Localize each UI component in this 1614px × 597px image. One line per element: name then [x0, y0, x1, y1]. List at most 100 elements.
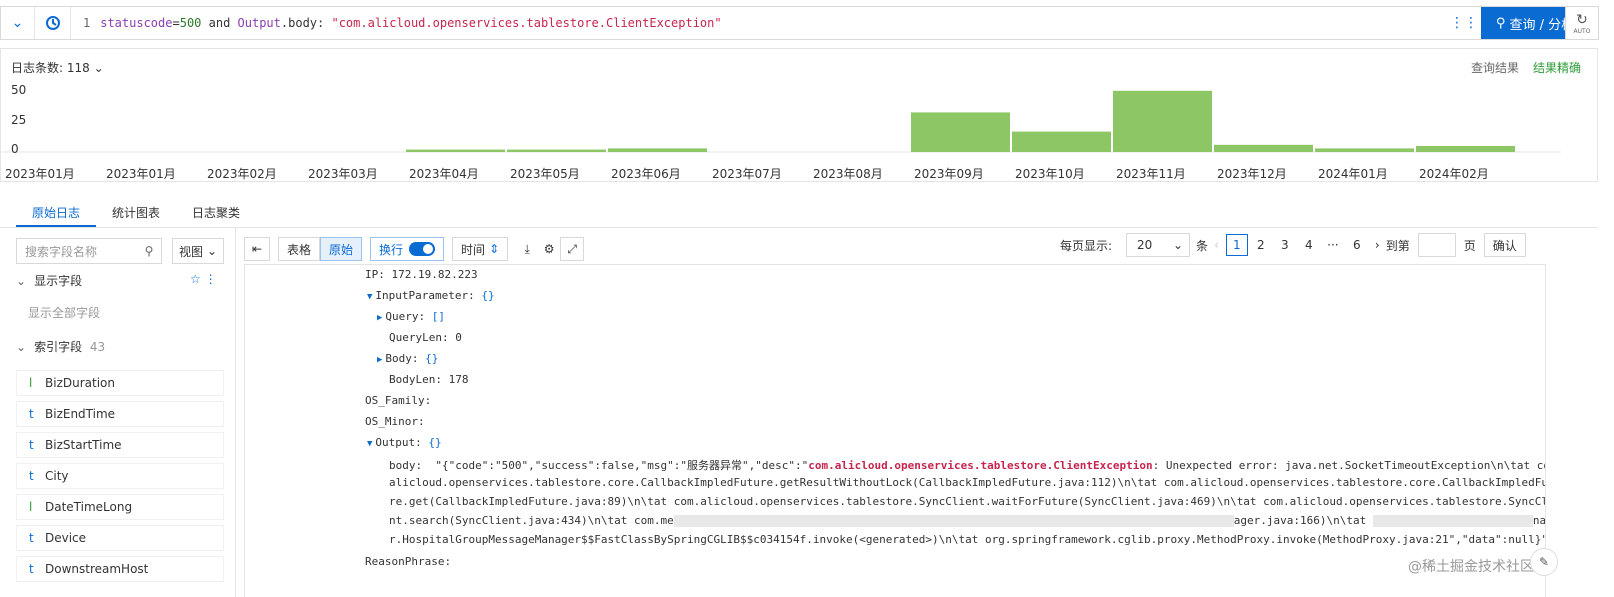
line-number: 1 [83, 16, 91, 30]
histogram-bar[interactable] [608, 148, 707, 152]
query-history-button[interactable] [35, 7, 71, 39]
index-fields-label: 索引字段 [34, 340, 83, 354]
log-line: re.get(CallbackImpledFuture.java:89)\n\t… [389, 495, 1546, 508]
field-type-icon: t [29, 562, 34, 576]
log-count[interactable]: 日志条数: 118 ⌄ [11, 59, 104, 76]
page-unit: 页 [1463, 238, 1476, 253]
page-button[interactable]: 2 [1250, 234, 1272, 256]
page-button[interactable]: 1 [1225, 234, 1248, 256]
refresh-icon: ↻ [1576, 11, 1588, 28]
index-fields-section[interactable]: ⌄ 索引字段 43 [16, 338, 105, 355]
result-precise-link[interactable]: 结果精确 [1533, 61, 1581, 75]
histogram-bar[interactable] [1012, 131, 1111, 152]
histogram-bar[interactable] [1416, 146, 1515, 152]
log-value: 172.19.82.223 [391, 268, 478, 281]
next-page-icon[interactable]: › [1375, 238, 1380, 252]
field-name: Device [45, 531, 87, 545]
wrap-toggle[interactable]: 换行 [370, 237, 445, 261]
wrap-switch[interactable] [409, 242, 436, 256]
log-key: OS_Minor: [365, 415, 425, 428]
view-select-label: 视图 [179, 244, 204, 259]
time-sort-label: 时间 [461, 242, 486, 257]
shrink-icon[interactable]: ⤢ [560, 237, 585, 261]
page-button[interactable]: 3 [1274, 234, 1296, 256]
log-line: IP: 172.19.82.223 [365, 268, 478, 281]
histogram-bar[interactable] [1113, 90, 1212, 152]
field-search-input[interactable]: 搜索字段名称 ⚲ [16, 238, 162, 264]
caret-right-icon[interactable]: ▶ [377, 355, 382, 365]
query-result-link[interactable]: 查询结果 [1471, 61, 1519, 75]
histogram-bar[interactable] [507, 149, 606, 152]
field-item[interactable]: t Device [16, 525, 224, 551]
caret-down-icon[interactable]: ▼ [367, 292, 372, 302]
log-key: Output: [375, 436, 422, 449]
field-item[interactable]: t BizStartTime [16, 432, 224, 458]
query-input[interactable]: 1 statuscode=500 and Output.body: "com.al… [71, 16, 1447, 30]
result-links: 查询结果 结果精确 [1457, 59, 1581, 76]
edit-icon[interactable]: ✎ [1530, 548, 1558, 576]
tab-log-cluster[interactable]: 日志聚类 [176, 198, 256, 227]
table-mode-button[interactable]: 表格 [278, 237, 321, 261]
page-button[interactable]: 4 [1298, 234, 1320, 256]
field-item[interactable]: l DateTimeLong [16, 494, 224, 520]
tab-raw-logs[interactable]: 原始日志 [16, 198, 97, 227]
x-tick-label: 2023年03月 [308, 167, 378, 181]
log-line[interactable]: ▶ Query: [] [377, 310, 445, 323]
field-type-icon: t [29, 469, 34, 483]
x-tick-label: 2024年02月 [1419, 167, 1489, 181]
log-line: nt.search(SyncClient.java:434)\n\tat com… [389, 514, 1545, 527]
field-item[interactable]: l BizDuration [16, 370, 224, 396]
caret-right-icon[interactable]: ▶ [377, 313, 382, 323]
confirm-button[interactable]: 确认 [1483, 233, 1526, 257]
field-item[interactable]: t DownstreamHost [16, 556, 224, 582]
goto-page-input[interactable] [1417, 233, 1456, 257]
x-tick-label: 2023年08月 [813, 167, 883, 181]
histogram-bar[interactable] [911, 112, 1010, 152]
x-tick-label: 2024年01月 [1318, 167, 1388, 181]
x-tick-label: 2023年04月 [409, 167, 479, 181]
star-settings-icon[interactable]: ☆ ⋮ [190, 272, 217, 286]
field-item[interactable]: t City [16, 463, 224, 489]
page-button[interactable]: 6 [1346, 234, 1368, 256]
collapse-sidebar-button[interactable]: ⇤ [244, 237, 270, 261]
shown-fields-section[interactable]: ⌄ 显示字段 [16, 272, 82, 289]
time-sort-button[interactable]: 时间 ⇕ [452, 237, 509, 261]
auto-refresh-button[interactable]: ↻ AUTO [1565, 6, 1599, 40]
query-token: "com.alicloud.openservices.tablestore.Cl… [331, 16, 722, 30]
log-line[interactable]: ▼ Output: {} [367, 436, 442, 449]
query-dropdown-button[interactable]: ⌄ [1, 7, 35, 39]
x-tick-label: 2023年02月 [207, 167, 277, 181]
filter-settings-icon[interactable]: ⋮⋮ [1447, 15, 1481, 31]
display-mode-segment: 表格 原始 [278, 237, 363, 261]
log-key: QueryLen: [389, 331, 449, 344]
prev-page-icon[interactable]: ‹ [1214, 238, 1219, 252]
log-line: r.HospitalGroupMessageManager$$FastClass… [389, 533, 1546, 546]
show-all-fields-link[interactable]: 显示全部字段 [28, 304, 100, 321]
x-tick-label: 2023年06月 [611, 167, 681, 181]
view-select[interactable]: 视图 ⌄ [172, 238, 224, 264]
log-value: "{"code":"500","success":false,"msg":"服务… [435, 459, 809, 472]
per-page-select[interactable]: 20 ⌄ [1126, 233, 1191, 257]
page-ellipsis[interactable]: ··· [1322, 234, 1344, 256]
query-token: Output [237, 16, 281, 30]
caret-down-icon[interactable]: ▼ [367, 439, 372, 449]
field-type-icon: l [29, 500, 33, 514]
confirm-label: 确认 [1492, 238, 1517, 253]
history-icon [45, 16, 60, 30]
raw-mode-button[interactable]: 原始 [320, 237, 363, 261]
per-page-label: 每页显示: [1060, 238, 1113, 253]
field-type-icon: t [29, 438, 34, 452]
field-name: DateTimeLong [45, 500, 133, 514]
gear-icon[interactable]: ⚙ [538, 242, 560, 256]
log-value: ager.java:166)\n\tat [1233, 514, 1373, 527]
download-icon[interactable]: ⤓ [516, 242, 538, 257]
tab-stat-charts[interactable]: 统计图表 [96, 198, 176, 227]
histogram-bar[interactable] [406, 149, 505, 152]
histogram-bar[interactable] [1214, 144, 1313, 152]
log-line[interactable]: ▼ InputParameter: {} [367, 289, 495, 302]
histogram-bar[interactable] [1315, 148, 1414, 152]
log-line[interactable]: ▶ Body: {} [377, 352, 438, 365]
field-item[interactable]: t BizEndTime [16, 401, 224, 427]
search-icon[interactable]: ⚲ [137, 244, 161, 258]
field-search-placeholder: 搜索字段名称 [25, 244, 98, 259]
